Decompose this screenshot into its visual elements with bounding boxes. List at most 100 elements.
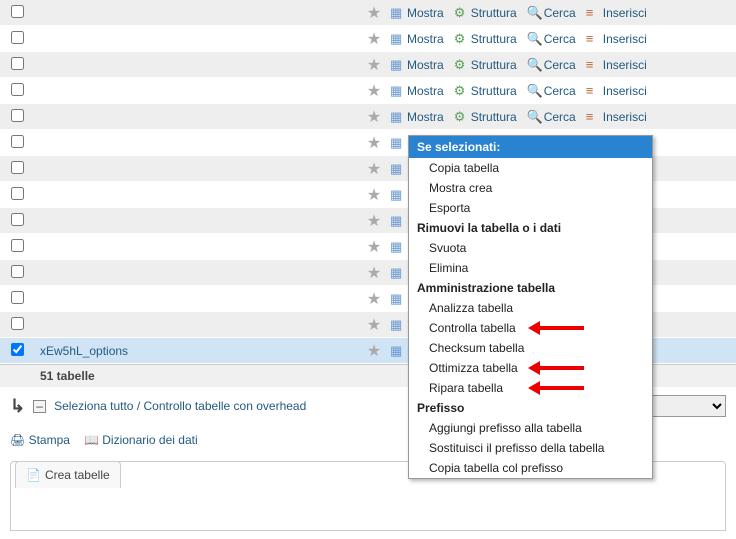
data-dictionary-link[interactable]: 📖 Dizionario dei dati bbox=[84, 433, 198, 447]
menu-item[interactable]: Analizza tabella bbox=[409, 298, 652, 318]
menu-group-header: Prefisso bbox=[409, 398, 652, 418]
toggle-all-icon[interactable]: – bbox=[33, 400, 46, 413]
favorite-star-icon[interactable]: ★ bbox=[362, 263, 386, 283]
search-icon: 🔍 bbox=[527, 110, 541, 124]
browse-icon: ▦ bbox=[390, 32, 404, 46]
row-checkbox[interactable] bbox=[11, 5, 24, 18]
row-checkbox[interactable] bbox=[11, 187, 24, 200]
action-label: Mostra bbox=[407, 58, 444, 72]
row-checkbox[interactable] bbox=[11, 57, 24, 70]
bulk-actions-menu: Se selezionati: Copia tabellaMostra crea… bbox=[408, 135, 653, 479]
row-checkbox[interactable] bbox=[11, 343, 24, 356]
create-table-tab[interactable]: 📄 Crea tabelle bbox=[15, 461, 121, 488]
menu-item[interactable]: Aggiungi prefisso alla tabella bbox=[409, 418, 652, 438]
action-label: Inserisci bbox=[603, 84, 647, 98]
row-checkbox[interactable] bbox=[11, 265, 24, 278]
menu-item[interactable]: Elimina bbox=[409, 258, 652, 278]
menu-item[interactable]: Svuota bbox=[409, 238, 652, 258]
select-all-link[interactable]: Seleziona tutto / Controllo tabelle con … bbox=[54, 399, 306, 413]
row-checkbox[interactable] bbox=[11, 83, 24, 96]
browse-icon: ▦ bbox=[390, 110, 404, 124]
browse-icon: ▦ bbox=[390, 292, 404, 306]
browse-link[interactable]: ▦Mostra bbox=[386, 58, 448, 72]
menu-item[interactable]: Copia tabella col prefisso bbox=[409, 458, 652, 478]
structure-link[interactable]: ⚙Struttura bbox=[450, 84, 521, 98]
insert-icon: ≡ bbox=[586, 58, 600, 72]
browse-icon: ▦ bbox=[390, 58, 404, 72]
action-label: Mostra bbox=[407, 84, 444, 98]
favorite-star-icon[interactable]: ★ bbox=[362, 159, 386, 179]
structure-link[interactable]: ⚙Struttura bbox=[450, 58, 521, 72]
browse-icon: ▦ bbox=[390, 84, 404, 98]
action-label: Inserisci bbox=[603, 6, 647, 20]
browse-icon: ▦ bbox=[390, 6, 404, 20]
favorite-star-icon[interactable]: ★ bbox=[362, 237, 386, 257]
search-link[interactable]: 🔍Cerca bbox=[523, 110, 580, 124]
printer-icon: 🖨 bbox=[10, 433, 25, 447]
menu-group-header: Rimuovi la tabella o i dati bbox=[409, 218, 652, 238]
favorite-star-icon[interactable]: ★ bbox=[362, 315, 386, 335]
menu-item[interactable]: Ottimizza tabella bbox=[409, 358, 652, 378]
search-link[interactable]: 🔍Cerca bbox=[523, 6, 580, 20]
browse-link[interactable]: ▦Mostra bbox=[386, 6, 448, 20]
search-link[interactable]: 🔍Cerca bbox=[523, 32, 580, 46]
favorite-star-icon[interactable]: ★ bbox=[362, 133, 386, 153]
up-arrow-icon: ↳ bbox=[10, 396, 25, 417]
action-label: Struttura bbox=[471, 84, 517, 98]
favorite-star-icon[interactable]: ★ bbox=[362, 29, 386, 49]
row-checkbox[interactable] bbox=[11, 135, 24, 148]
menu-item[interactable]: Copia tabella bbox=[409, 158, 652, 178]
action-label: Struttura bbox=[471, 32, 517, 46]
favorite-star-icon[interactable]: ★ bbox=[362, 289, 386, 309]
row-checkbox[interactable] bbox=[11, 109, 24, 122]
row-checkbox[interactable] bbox=[11, 31, 24, 44]
insert-link[interactable]: ≡Inserisci bbox=[582, 110, 651, 124]
row-checkbox[interactable] bbox=[11, 213, 24, 226]
favorite-star-icon[interactable]: ★ bbox=[362, 211, 386, 231]
menu-item[interactable]: Controlla tabella bbox=[409, 318, 652, 338]
table-row: ★▦Mostra⚙Struttura🔍Cerca≡Inserisci bbox=[0, 26, 736, 52]
structure-icon: ⚙ bbox=[454, 110, 468, 124]
menu-item[interactable]: Mostra crea bbox=[409, 178, 652, 198]
action-label: Cerca bbox=[544, 110, 576, 124]
insert-link[interactable]: ≡Inserisci bbox=[582, 84, 651, 98]
favorite-star-icon[interactable]: ★ bbox=[362, 55, 386, 75]
search-link[interactable]: 🔍Cerca bbox=[523, 84, 580, 98]
table-row: ★▦Mostra⚙Struttura🔍Cerca≡Inserisci bbox=[0, 0, 736, 26]
favorite-star-icon[interactable]: ★ bbox=[362, 3, 386, 23]
action-label: Struttura bbox=[471, 58, 517, 72]
create-table-label: Crea tabelle bbox=[45, 468, 110, 482]
browse-link[interactable]: ▦Mostra bbox=[386, 84, 448, 98]
menu-item[interactable]: Sostituisci il prefisso della tabella bbox=[409, 438, 652, 458]
insert-icon: ≡ bbox=[586, 32, 600, 46]
insert-link[interactable]: ≡Inserisci bbox=[582, 32, 651, 46]
structure-link[interactable]: ⚙Struttura bbox=[450, 110, 521, 124]
action-label: Mostra bbox=[407, 32, 444, 46]
search-icon: 🔍 bbox=[527, 84, 541, 98]
search-icon: 🔍 bbox=[527, 58, 541, 72]
row-checkbox[interactable] bbox=[11, 291, 24, 304]
print-link[interactable]: 🖨 Stampa bbox=[10, 433, 70, 447]
browse-link[interactable]: ▦Mostra bbox=[386, 110, 448, 124]
insert-link[interactable]: ≡Inserisci bbox=[582, 58, 651, 72]
dictionary-label: Dizionario dei dati bbox=[102, 433, 197, 447]
insert-icon: ≡ bbox=[586, 110, 600, 124]
browse-link[interactable]: ▦Mostra bbox=[386, 32, 448, 46]
row-checkbox[interactable] bbox=[11, 161, 24, 174]
favorite-star-icon[interactable]: ★ bbox=[362, 185, 386, 205]
favorite-star-icon[interactable]: ★ bbox=[362, 81, 386, 101]
menu-item[interactable]: Esporta bbox=[409, 198, 652, 218]
row-checkbox[interactable] bbox=[11, 239, 24, 252]
menu-item[interactable]: Checksum tabella bbox=[409, 338, 652, 358]
table-name[interactable]: xEw5hL_options bbox=[34, 344, 362, 358]
insert-link[interactable]: ≡Inserisci bbox=[582, 6, 651, 20]
action-label: Cerca bbox=[544, 58, 576, 72]
menu-item[interactable]: Ripara tabella bbox=[409, 378, 652, 398]
structure-link[interactable]: ⚙Struttura bbox=[450, 6, 521, 20]
table-row: ★▦Mostra⚙Struttura🔍Cerca≡Inserisci bbox=[0, 52, 736, 78]
search-link[interactable]: 🔍Cerca bbox=[523, 58, 580, 72]
favorite-star-icon[interactable]: ★ bbox=[362, 341, 386, 361]
structure-link[interactable]: ⚙Struttura bbox=[450, 32, 521, 46]
row-checkbox[interactable] bbox=[11, 317, 24, 330]
favorite-star-icon[interactable]: ★ bbox=[362, 107, 386, 127]
